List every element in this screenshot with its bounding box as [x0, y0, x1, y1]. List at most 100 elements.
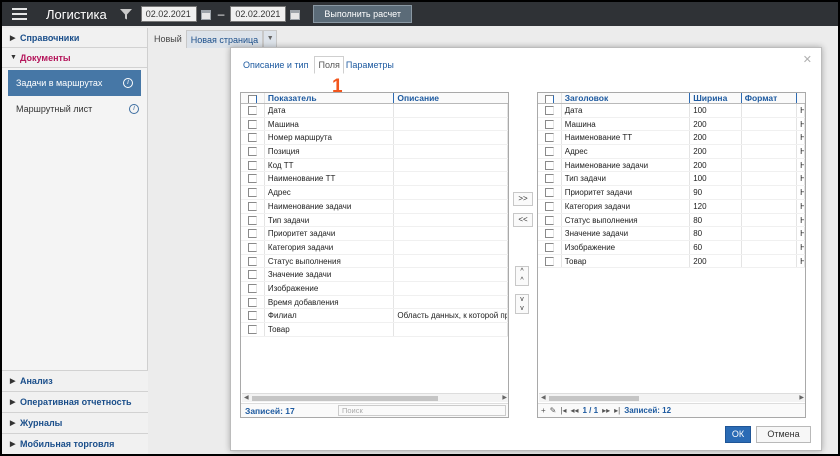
sidebar-item-route-tasks[interactable]: Задачи в маршрутах i [8, 70, 141, 96]
scroll-right-icon[interactable]: ▶ [502, 394, 507, 403]
date-from-input[interactable]: 02.02.2021 [140, 6, 197, 22]
table-row[interactable]: Дата [241, 104, 508, 118]
sidebar-section-mobile-trade[interactable]: ▶ Мобильная торговля [2, 433, 148, 454]
tab-description-type[interactable]: Описание и тип [243, 60, 312, 74]
row-checkbox[interactable] [544, 188, 554, 198]
row-checkbox[interactable] [247, 119, 257, 129]
tab-new[interactable]: Новый [150, 30, 186, 48]
table-row[interactable]: Адрес200 Н [538, 145, 805, 159]
row-checkbox[interactable] [247, 242, 257, 252]
table-row[interactable]: Номер маршрута [241, 131, 508, 146]
table-row[interactable]: Значение задачи [241, 268, 508, 282]
table-row[interactable]: Позиция [241, 145, 508, 159]
row-checkbox[interactable] [247, 188, 257, 198]
cancel-button[interactable]: Отмена [756, 426, 811, 443]
column-header-description[interactable]: Описание [394, 93, 508, 103]
sidebar-section-journals[interactable]: ▶ Журналы [2, 412, 148, 433]
sidebar-section-references[interactable]: ▶ Справочники [2, 28, 147, 48]
calendar-icon[interactable] [289, 7, 301, 21]
horizontal-scrollbar[interactable]: ◀ ▶ [539, 393, 805, 403]
row-checkbox[interactable] [247, 311, 257, 321]
row-checkbox[interactable] [544, 215, 554, 225]
row-checkbox[interactable] [544, 119, 554, 129]
table-row[interactable]: Код ТТ [241, 158, 508, 173]
prev-page-icon[interactable]: ◂◂ [570, 406, 578, 415]
scroll-left-icon[interactable]: ◀ [244, 394, 249, 403]
date-to-input[interactable]: 02.02.2021 [230, 6, 287, 22]
row-checkbox[interactable] [247, 147, 257, 157]
row-checkbox[interactable] [247, 283, 257, 293]
row-checkbox[interactable] [247, 174, 257, 184]
row-checkbox[interactable] [247, 297, 257, 307]
next-page-icon[interactable]: ▸▸ [602, 406, 610, 415]
row-checkbox[interactable] [247, 256, 257, 266]
table-row[interactable]: Товар200 Н [538, 254, 805, 269]
table-row[interactable]: Филиал Область данных, к которой прив [241, 309, 508, 323]
row-checkbox[interactable] [247, 201, 257, 211]
row-checkbox[interactable] [544, 201, 554, 211]
add-row-icon[interactable]: + [541, 406, 546, 415]
tab-parameters[interactable]: Параметры [346, 60, 398, 74]
table-row[interactable]: Значение задачи80 Н [538, 227, 805, 241]
table-row[interactable]: Приоритет задачи90 Н [538, 186, 805, 200]
select-all-checkbox[interactable] [247, 95, 257, 103]
sidebar-item-route-sheet[interactable]: Маршрутный лист i [2, 96, 147, 122]
table-row[interactable]: Адрес [241, 186, 508, 200]
row-checkbox[interactable] [544, 133, 554, 143]
menu-icon[interactable] [2, 2, 36, 26]
row-checkbox[interactable] [544, 174, 554, 184]
column-header-indicator[interactable]: Показатель [265, 93, 395, 103]
calendar-icon[interactable] [200, 7, 212, 21]
row-checkbox[interactable] [247, 325, 257, 334]
search-input[interactable]: Поиск [338, 405, 506, 416]
table-row[interactable]: Статус выполнения [241, 254, 508, 269]
table-row[interactable]: Товар [241, 323, 508, 337]
remove-field-button[interactable]: << [513, 213, 533, 227]
column-header-title[interactable]: Заголовок [562, 93, 691, 103]
row-checkbox[interactable] [544, 256, 554, 266]
table-row[interactable]: Наименование ТТ200 Н [538, 131, 805, 146]
move-up-button[interactable]: ^ ^ [515, 266, 529, 286]
sidebar-section-documents[interactable]: ▼ Документы [2, 48, 147, 68]
table-row[interactable]: Машина [241, 117, 508, 132]
horizontal-scrollbar[interactable]: ◀ ▶ [242, 393, 508, 403]
sidebar-section-operational-reports[interactable]: ▶ Оперативная отчетность [2, 391, 148, 412]
info-icon[interactable]: i [123, 78, 133, 88]
row-checkbox[interactable] [544, 242, 554, 252]
row-checkbox[interactable] [544, 229, 554, 239]
table-row[interactable]: Наименование ТТ [241, 172, 508, 187]
row-checkbox[interactable] [247, 160, 257, 170]
tab-fields[interactable]: Поля [314, 56, 344, 74]
table-row[interactable]: Статус выполнения80 Н [538, 213, 805, 228]
table-row[interactable]: Тип задачи100 Н [538, 172, 805, 187]
table-row[interactable]: Дата100 Н [538, 104, 805, 118]
chevron-down-icon[interactable]: ▼ [263, 30, 278, 48]
column-header-width[interactable]: Ширина [690, 93, 742, 103]
ok-button[interactable]: ОК [725, 426, 751, 443]
table-row[interactable]: Приоритет задачи [241, 227, 508, 241]
row-checkbox[interactable] [247, 215, 257, 225]
sidebar-section-analysis[interactable]: ▶ Анализ [2, 370, 148, 391]
table-row[interactable]: Категория задачи120 Н [538, 199, 805, 214]
table-row[interactable]: Изображение60 Н [538, 240, 805, 255]
table-row[interactable]: Категория задачи [241, 240, 508, 255]
row-checkbox[interactable] [544, 147, 554, 157]
filter-icon[interactable] [119, 7, 133, 21]
scrollbar-thumb[interactable] [549, 396, 639, 401]
row-checkbox[interactable] [247, 106, 257, 115]
row-checkbox[interactable] [247, 133, 257, 143]
table-row[interactable]: Изображение [241, 281, 508, 296]
scroll-left-icon[interactable]: ◀ [541, 394, 546, 403]
table-row[interactable]: Тип задачи [241, 213, 508, 228]
row-checkbox[interactable] [544, 106, 554, 115]
run-calculation-button[interactable]: Выполнить расчет [313, 5, 413, 23]
scrollbar-thumb[interactable] [252, 396, 438, 401]
select-all-checkbox[interactable] [544, 95, 554, 103]
add-field-button[interactable]: >> [513, 192, 533, 206]
row-checkbox[interactable] [247, 270, 257, 280]
column-header-format[interactable]: Формат [742, 93, 798, 103]
close-icon[interactable]: ✕ [803, 53, 812, 66]
row-checkbox[interactable] [544, 160, 554, 170]
table-row[interactable]: Время добавления [241, 295, 508, 310]
info-icon[interactable]: i [129, 104, 139, 114]
